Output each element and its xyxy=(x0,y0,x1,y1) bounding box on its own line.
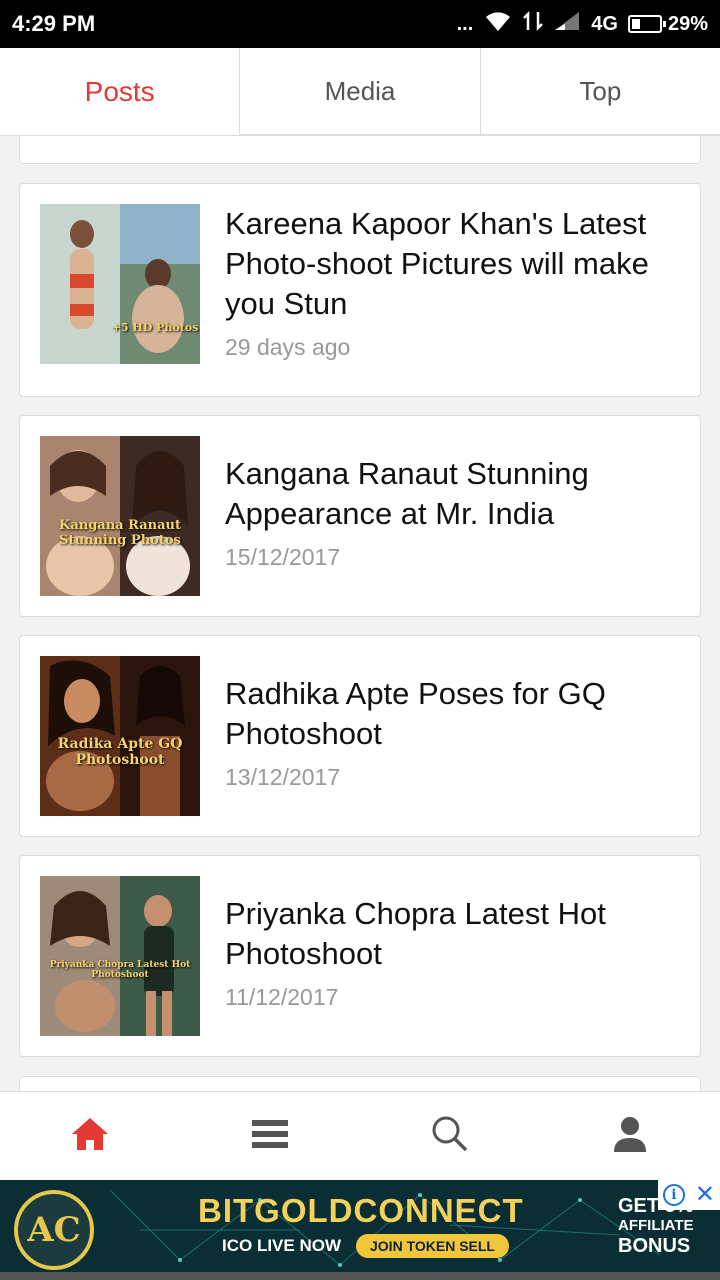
battery-icon xyxy=(627,15,666,33)
ad-banner[interactable]: AC BITGOLDCONNECT ICO LIVE NOW JOIN TOKE… xyxy=(0,1180,720,1272)
tab-posts[interactable]: Posts xyxy=(0,48,240,135)
bottom-nav xyxy=(0,1091,720,1180)
ad-ico-text: ICO LIVE NOW xyxy=(222,1236,341,1255)
list-item-partial[interactable] xyxy=(19,136,701,164)
list-item[interactable]: Radika Apte GQ Photoshoot Radhika Apte P… xyxy=(19,635,701,837)
wifi-icon xyxy=(483,9,513,39)
tab-media[interactable]: Media xyxy=(239,48,480,135)
home-icon xyxy=(70,1116,110,1157)
post-thumbnail[interactable]: Radika Apte GQ Photoshoot xyxy=(40,656,200,816)
thumbnail-caption: Radika Apte GQ Photoshoot xyxy=(57,736,183,768)
search-icon xyxy=(431,1115,469,1158)
battery-indicator: 29% xyxy=(627,12,708,36)
post-title[interactable]: Kareena Kapoor Khan's Latest Photo-shoot… xyxy=(225,204,680,324)
post-text: Kareena Kapoor Khan's Latest Photo-shoot… xyxy=(225,204,680,361)
post-text: Priyanka Chopra Latest Hot Photoshoot 11… xyxy=(225,876,680,1011)
nav-menu[interactable] xyxy=(180,1092,360,1180)
post-title[interactable]: Priyanka Chopra Latest Hot Photoshoot xyxy=(225,894,680,974)
post-date: 11/12/2017 xyxy=(225,984,339,1010)
list-item-partial[interactable] xyxy=(19,1076,701,1091)
status-icons: ... 4G 29% xyxy=(457,9,708,39)
signal-icon xyxy=(553,10,581,38)
post-text: Radhika Apte Poses for GQ Photoshoot 13/… xyxy=(225,656,680,791)
profile-icon xyxy=(612,1116,648,1157)
list-item[interactable]: +5 HD Photos Kareena Kapoor Khan's Lates… xyxy=(19,183,701,397)
nav-profile[interactable] xyxy=(540,1092,720,1180)
tab-top[interactable]: Top xyxy=(479,48,720,135)
post-text: Kangana Ranaut Stunning Appearance at Mr… xyxy=(225,436,680,571)
more-dots-icon: ... xyxy=(456,12,474,35)
ad-title: BITGOLDCONNECT xyxy=(198,1192,524,1229)
list-item[interactable]: Kangana Ranaut Stunning Photos Kangana R… xyxy=(19,415,701,617)
post-title[interactable]: Kangana Ranaut Stunning Appearance at Mr… xyxy=(225,454,680,534)
thumbnail-caption: Kangana Ranaut Stunning Photos xyxy=(59,518,181,548)
thumbnail-caption: +5 HD Photos xyxy=(111,321,199,334)
data-transfer-icon xyxy=(523,10,544,38)
thumbnail-caption: Priyanka Chopra Latest Hot Photoshoot xyxy=(49,960,191,980)
post-date: 15/12/2017 xyxy=(225,544,341,570)
menu-icon xyxy=(252,1118,288,1155)
post-date: 29 days ago xyxy=(225,334,351,360)
network-type: 4G xyxy=(591,12,618,35)
tab-bar: Posts Media Top xyxy=(0,48,720,136)
ad-affiliate-text: AFFILIATE xyxy=(618,1217,694,1234)
post-thumbnail[interactable]: Kangana Ranaut Stunning Photos xyxy=(40,436,200,596)
ad-close-icon[interactable]: ✕ xyxy=(695,1183,715,1207)
status-bar: 4:29 PM ... 4G 29% xyxy=(0,0,720,48)
status-time: 4:29 PM xyxy=(12,11,96,36)
post-date: 13/12/2017 xyxy=(225,764,341,790)
post-thumbnail[interactable]: +5 HD Photos xyxy=(40,204,200,364)
post-feed[interactable]: +5 HD Photos Kareena Kapoor Khan's Lates… xyxy=(0,136,720,1091)
battery-percent: 29% xyxy=(667,12,708,35)
ad-info-icon[interactable]: i xyxy=(662,1184,685,1206)
nav-home[interactable] xyxy=(0,1092,180,1180)
nav-search[interactable] xyxy=(360,1092,540,1180)
system-nav-strip xyxy=(0,1272,720,1280)
ad-controls: i ✕ xyxy=(658,1180,720,1210)
list-item[interactable]: Priyanka Chopra Latest Hot Photoshoot Pr… xyxy=(19,855,701,1057)
post-thumbnail[interactable]: Priyanka Chopra Latest Hot Photoshoot xyxy=(40,876,200,1036)
ad-logo: AC xyxy=(14,1190,94,1270)
ad-bonus-text: BONUS xyxy=(618,1235,691,1257)
post-title[interactable]: Radhika Apte Poses for GQ Photoshoot xyxy=(225,674,680,754)
ad-join-button[interactable]: JOIN TOKEN SELL xyxy=(356,1234,509,1258)
